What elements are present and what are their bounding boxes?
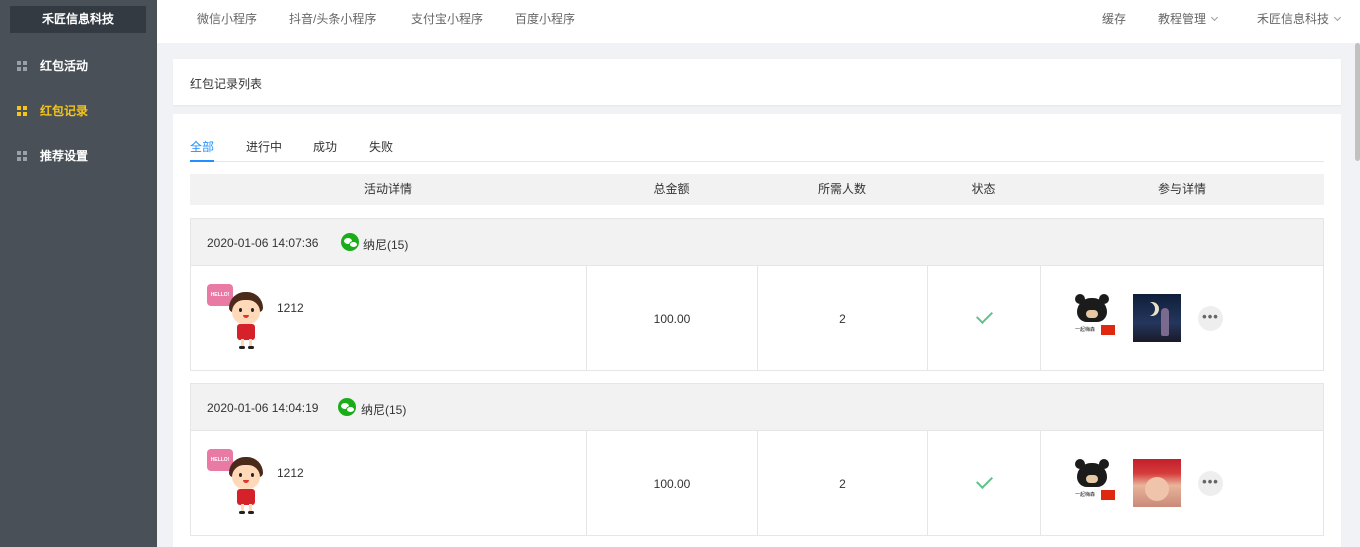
required-value: 2 (839, 477, 846, 491)
column-header-participants: 参与详情 (1157, 182, 1206, 196)
table-row: 2020-01-06 14:07:36 纳尼(15) HELLO! 1212 1… (190, 218, 1324, 371)
amount-cell: 100.00 (587, 431, 758, 535)
activity-cover-image: HELLO! (207, 284, 269, 356)
record-user: 纳尼(15) (363, 238, 409, 252)
tutorial-menu[interactable]: 教程管理 (1158, 0, 1219, 38)
tab-bar: 全部 进行中 成功 失败 (190, 132, 1324, 162)
wechat-icon (341, 233, 359, 251)
nav-alipay-miniprogram[interactable]: 支付宝小程序 (411, 0, 483, 38)
sidebar-item-label: 红包活动 (40, 59, 89, 73)
amount-value: 100.00 (653, 477, 691, 491)
table-row: 2020-01-06 14:04:19 纳尼(15) HELLO! 1212 1… (190, 383, 1324, 536)
status-cell (928, 266, 1041, 370)
record-time: 2020-01-06 14:04:19 (207, 401, 319, 415)
activity-cover-image: HELLO! (207, 449, 269, 521)
tab-success[interactable]: 成功 (313, 138, 337, 162)
required-cell: 2 (758, 431, 928, 535)
column-header-activity: 活动详情 (363, 182, 412, 196)
status-cell (928, 431, 1041, 535)
column-header-required: 所需人数 (817, 182, 866, 196)
record-body: HELLO! 1212 100.00 2 一起嗨森 ••• (191, 266, 1323, 370)
grid-icon (17, 105, 27, 116)
chevron-down-icon (1210, 13, 1219, 22)
sidebar-item-label: 推荐设置 (40, 149, 89, 163)
page-title: 红包记录列表 (190, 77, 263, 91)
chevron-down-icon (1333, 13, 1342, 22)
cache-link[interactable]: 缓存 (1102, 0, 1126, 38)
account-menu-label: 禾匠信息科技 (1257, 12, 1330, 26)
more-icon[interactable]: ••• (1198, 471, 1223, 496)
participants-cell: 一起嗨森 ••• (1041, 431, 1323, 535)
activity-cell: HELLO! 1212 (191, 431, 587, 535)
required-cell: 2 (758, 266, 928, 370)
sidebar-item-label: 红包记录 (40, 104, 89, 118)
check-icon (976, 472, 993, 489)
tab-failed[interactable]: 失败 (369, 138, 393, 162)
nav-douyin-miniprogram[interactable]: 抖音/头条小程序 (289, 0, 376, 38)
amount-cell: 100.00 (587, 266, 758, 370)
tab-all[interactable]: 全部 (190, 138, 215, 162)
record-header: 2020-01-06 14:07:36 纳尼(15) (191, 219, 1323, 266)
activity-name: 1212 (277, 301, 304, 315)
avatar[interactable] (1133, 294, 1181, 342)
nav-baidu-miniprogram[interactable]: 百度小程序 (515, 0, 575, 38)
record-time: 2020-01-06 14:07:36 (207, 236, 319, 250)
amount-value: 100.00 (653, 312, 691, 326)
tab-in-progress[interactable]: 进行中 (246, 138, 282, 162)
tutorial-menu-label: 教程管理 (1158, 12, 1207, 26)
required-value: 2 (839, 312, 846, 326)
record-body: HELLO! 1212 100.00 2 一起嗨森 ••• (191, 431, 1323, 535)
grid-icon (17, 150, 27, 161)
avatar[interactable] (1133, 459, 1181, 507)
activity-cell: HELLO! 1212 (191, 266, 587, 370)
column-header-amount: 总金额 (653, 182, 690, 196)
activity-name: 1212 (277, 466, 304, 480)
column-header-status: 状态 (971, 182, 996, 196)
grid-icon (17, 60, 27, 71)
main-card: 全部 进行中 成功 失败 活动详情 总金额 所需人数 状态 参与详情 2020-… (173, 114, 1341, 547)
sidebar: 禾匠信息科技 红包活动 红包记录 推荐设置 (0, 0, 157, 547)
table-header: 活动详情 总金额 所需人数 状态 参与详情 (190, 174, 1324, 205)
record-user: 纳尼(15) (361, 403, 407, 417)
record-header: 2020-01-06 14:04:19 纳尼(15) (191, 384, 1323, 431)
more-icon[interactable]: ••• (1198, 306, 1223, 331)
check-icon (976, 307, 993, 324)
sidebar-item-redpacket-records[interactable]: 红包记录 (0, 88, 157, 133)
topbar: 微信小程序 抖音/头条小程序 支付宝小程序 百度小程序 缓存 教程管理 禾匠信息… (157, 0, 1360, 43)
account-menu[interactable]: 禾匠信息科技 (1257, 0, 1342, 38)
nav-wechat-miniprogram[interactable]: 微信小程序 (197, 0, 257, 38)
wechat-icon (338, 398, 356, 416)
avatar[interactable]: 一起嗨森 (1073, 294, 1117, 342)
avatar[interactable]: 一起嗨森 (1073, 459, 1117, 507)
scroll-thumb[interactable] (1355, 43, 1360, 161)
brand-logo[interactable]: 禾匠信息科技 (10, 6, 146, 33)
scrollbar[interactable] (1354, 43, 1360, 547)
participants-cell: 一起嗨森 ••• (1041, 266, 1323, 370)
sidebar-item-redpacket-activity[interactable]: 红包活动 (0, 43, 157, 88)
sidebar-item-recommend-settings[interactable]: 推荐设置 (0, 133, 157, 178)
title-card: 红包记录列表 (173, 59, 1341, 105)
